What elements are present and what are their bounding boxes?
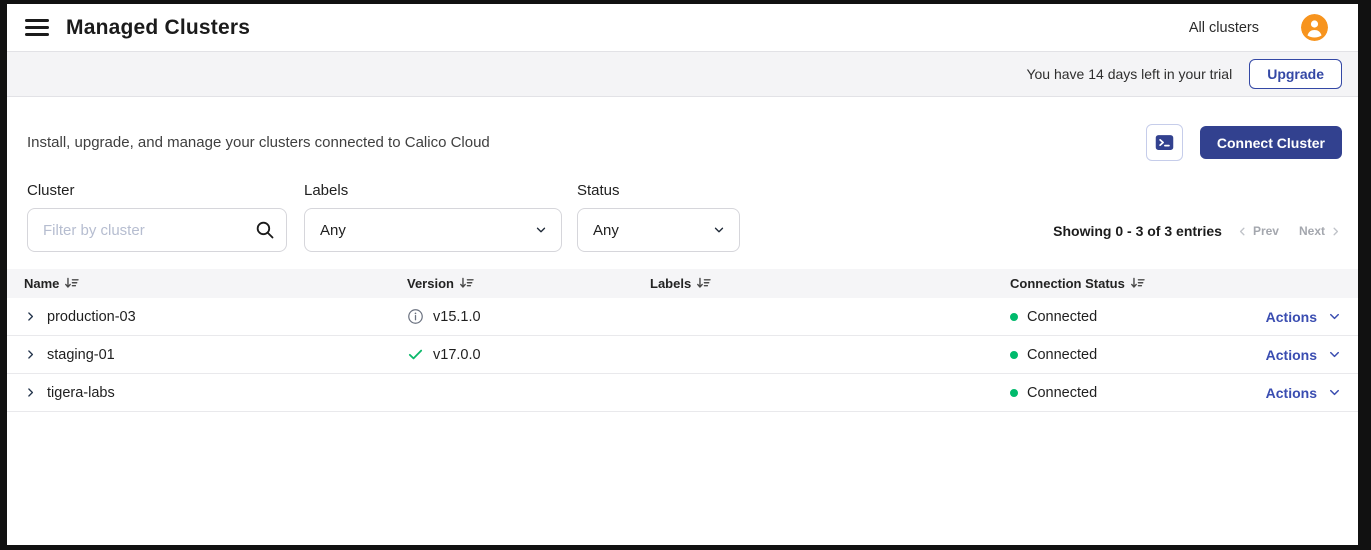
cluster-scope-label[interactable]: All clusters bbox=[1189, 20, 1259, 36]
chevron-right-icon bbox=[1329, 225, 1342, 238]
status-dot-icon bbox=[1010, 389, 1018, 397]
labels-filter-select[interactable]: Any bbox=[304, 208, 562, 252]
pagination: Showing 0 - 3 of 3 entries Prev Next bbox=[1053, 223, 1342, 239]
filter-cluster: Cluster bbox=[27, 182, 304, 252]
trial-message: You have 14 days left in your trial bbox=[1026, 66, 1232, 82]
next-page-button[interactable]: Next bbox=[1295, 224, 1342, 238]
cluster-name: production-03 bbox=[47, 309, 136, 325]
connection-status: Connected bbox=[1027, 309, 1097, 325]
page-title: Managed Clusters bbox=[66, 16, 250, 40]
expand-row-button[interactable] bbox=[24, 386, 37, 399]
clusters-table: Name Version Labels bbox=[7, 269, 1358, 412]
app-window: Managed Clusters All clusters You have 1… bbox=[7, 4, 1358, 545]
sort-icon[interactable] bbox=[459, 277, 474, 290]
chevron-down-icon bbox=[1327, 385, 1342, 400]
upgrade-button[interactable]: Upgrade bbox=[1249, 59, 1342, 89]
expand-row-button[interactable] bbox=[24, 310, 37, 323]
chevron-left-icon bbox=[1236, 225, 1249, 238]
terminal-button[interactable] bbox=[1146, 124, 1183, 161]
filters-row: Cluster Labels Any Status Any bbox=[27, 182, 1342, 252]
actions-button[interactable]: Actions bbox=[1266, 309, 1342, 325]
hamburger-menu-icon[interactable] bbox=[25, 19, 49, 36]
page-description: Install, upgrade, and manage your cluste… bbox=[27, 134, 490, 151]
sort-icon[interactable] bbox=[64, 277, 79, 290]
cluster-filter-label: Cluster bbox=[27, 182, 304, 199]
prev-page-button[interactable]: Prev bbox=[1236, 224, 1283, 238]
sort-icon[interactable] bbox=[696, 277, 711, 290]
top-bar: Managed Clusters All clusters bbox=[7, 4, 1358, 51]
cluster-name: tigera-labs bbox=[47, 385, 115, 401]
trial-banner: You have 14 days left in your trial Upgr… bbox=[7, 51, 1358, 97]
labels-filter-label: Labels bbox=[304, 182, 577, 199]
table-row: staging-01 v17.0.0 Connected Actions bbox=[7, 336, 1358, 374]
search-icon[interactable] bbox=[254, 219, 276, 241]
cluster-version: v17.0.0 bbox=[433, 347, 481, 363]
table-header-row: Name Version Labels bbox=[7, 269, 1358, 298]
chevron-right-icon bbox=[24, 310, 37, 323]
cluster-version: v15.1.0 bbox=[433, 309, 481, 325]
check-icon bbox=[407, 346, 424, 363]
chevron-down-icon bbox=[1327, 309, 1342, 324]
filter-status: Status Any bbox=[577, 182, 740, 252]
table-row: tigera-labs Connected Actions bbox=[7, 374, 1358, 412]
header-version: Version bbox=[407, 276, 454, 291]
status-dot-icon bbox=[1010, 351, 1018, 359]
actions-button[interactable]: Actions bbox=[1266, 347, 1342, 363]
actions-button[interactable]: Actions bbox=[1266, 385, 1342, 401]
user-avatar-icon[interactable] bbox=[1301, 14, 1328, 41]
header-name: Name bbox=[24, 276, 59, 291]
status-filter-value: Any bbox=[593, 222, 619, 239]
status-filter-label: Status bbox=[577, 182, 740, 199]
status-filter-select[interactable]: Any bbox=[577, 208, 740, 252]
expand-row-button[interactable] bbox=[24, 348, 37, 361]
chevron-down-icon bbox=[1327, 347, 1342, 362]
sort-icon[interactable] bbox=[1130, 277, 1145, 290]
table-row: production-03 v15.1.0 Connected bbox=[7, 298, 1358, 336]
cluster-name: staging-01 bbox=[47, 347, 115, 363]
header-labels: Labels bbox=[650, 276, 691, 291]
cluster-filter-input[interactable] bbox=[27, 208, 287, 252]
chevron-right-icon bbox=[24, 386, 37, 399]
toolbar-row: Install, upgrade, and manage your cluste… bbox=[27, 124, 1342, 161]
connection-status: Connected bbox=[1027, 385, 1097, 401]
connect-cluster-button[interactable]: Connect Cluster bbox=[1200, 126, 1342, 159]
labels-filter-value: Any bbox=[320, 222, 346, 239]
chevron-right-icon bbox=[24, 348, 37, 361]
chevron-down-icon bbox=[712, 223, 726, 237]
info-icon[interactable] bbox=[407, 308, 424, 325]
terminal-icon bbox=[1154, 132, 1175, 153]
status-dot-icon bbox=[1010, 313, 1018, 321]
showing-entries-label: Showing 0 - 3 of 3 entries bbox=[1053, 223, 1222, 239]
filter-labels: Labels Any bbox=[304, 182, 577, 252]
chevron-down-icon bbox=[534, 223, 548, 237]
header-connection-status: Connection Status bbox=[1010, 276, 1125, 291]
connection-status: Connected bbox=[1027, 347, 1097, 363]
